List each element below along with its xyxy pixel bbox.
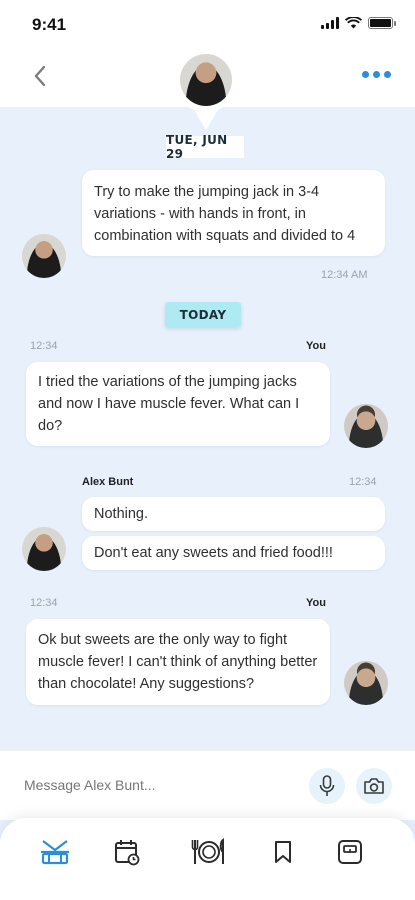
camera-button[interactable] [356, 768, 392, 804]
sender-avatar[interactable] [22, 527, 66, 571]
contact-avatar-pin[interactable] [173, 48, 239, 132]
chevron-left-icon [34, 65, 46, 87]
scale-icon [338, 840, 362, 864]
more-options-button[interactable] [359, 62, 393, 86]
status-bar: 9:41 [0, 0, 415, 52]
sender-label: You [306, 340, 326, 352]
nav-saved[interactable] [263, 832, 303, 872]
bookmark-icon [275, 841, 291, 863]
incoming-message-bubble: Try to make the jumping jack in 3-4 vari… [82, 170, 385, 256]
message-text: I tried the variations of the jumping ja… [38, 374, 300, 434]
cellular-signal-icon [321, 17, 339, 29]
message-text: Ok but sweets are the only way to fight … [38, 632, 318, 692]
incoming-message-bubble: Don't eat any sweets and fried food!!! [82, 536, 385, 570]
nav-workouts[interactable] [35, 832, 75, 872]
date-chip: TUE, JUN 29 [166, 133, 244, 161]
message-time: 12:34 [349, 476, 377, 488]
today-chip: TODAY [165, 302, 241, 327]
message-input[interactable] [14, 768, 294, 802]
battery-icon [368, 17, 396, 29]
status-icons [321, 17, 396, 29]
bottom-navigation [0, 818, 415, 900]
sender-label: Alex Bunt [82, 476, 134, 488]
microphone-icon [319, 775, 335, 796]
voice-button[interactable] [309, 768, 345, 804]
message-composer [0, 750, 415, 820]
message-text: Try to make the jumping jack in 3-4 vari… [94, 184, 356, 244]
user-avatar[interactable] [344, 404, 388, 448]
meal-icon [191, 838, 224, 864]
sender-avatar[interactable] [22, 234, 66, 278]
message-text: Nothing. [94, 506, 149, 522]
more-dots-icon [361, 70, 369, 78]
outgoing-message-bubble: Ok but sweets are the only way to fight … [26, 619, 330, 705]
message-text: Don't eat any sweets and fried food!!! [94, 545, 333, 561]
wifi-icon [345, 17, 362, 29]
outgoing-message-bubble: I tried the variations of the jumping ja… [26, 362, 330, 446]
calendar-icon [115, 840, 140, 866]
message-time: 12:34 [30, 340, 58, 352]
workout-icon [41, 840, 69, 865]
nav-progress[interactable] [330, 832, 370, 872]
message-time: 12:34 [30, 597, 58, 609]
contact-avatar [180, 54, 232, 106]
nav-nutrition[interactable] [189, 832, 229, 872]
camera-icon [364, 778, 384, 794]
message-time: 12:34 AM [321, 269, 368, 281]
nav-schedule[interactable] [107, 832, 147, 872]
sender-label: You [306, 597, 326, 609]
user-avatar[interactable] [344, 661, 388, 705]
back-button[interactable] [24, 60, 56, 92]
incoming-message-bubble: Nothing. [82, 497, 385, 531]
status-time: 9:41 [32, 15, 67, 34]
